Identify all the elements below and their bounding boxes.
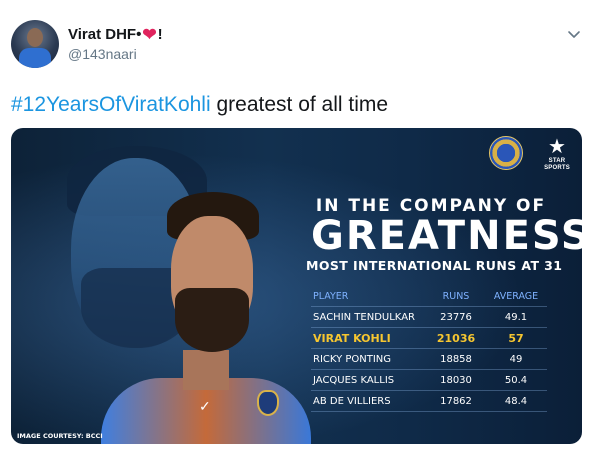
cell-average: 49 (509, 353, 523, 365)
tweet-media-image[interactable]: ✓ ★ STAR SPORTS IN THE COMPANY OF GREATN… (11, 128, 582, 444)
cell-runs: 21036 (436, 331, 476, 345)
stats-header-row: PLAYER RUNS AVERAGE (311, 286, 547, 307)
cell-player: JACQUES KALLIS (313, 374, 395, 386)
cell-average: 57 (508, 331, 524, 345)
cell-player: SACHIN TENDULKAR (313, 311, 415, 323)
cell-average: 50.4 (504, 374, 528, 386)
star-icon: ★ (548, 136, 566, 158)
graphic-heading-big: GREATNESS (311, 213, 582, 259)
avatar-head (27, 28, 43, 47)
swoosh-icon: ✓ (199, 398, 211, 414)
user-handle[interactable]: @143naari (68, 46, 137, 62)
cell-runs: 18030 (440, 374, 472, 386)
heart-icon: ❤ (142, 25, 157, 44)
tweet-body-text: greatest of all time (210, 93, 389, 116)
bcci-logo-icon (489, 136, 523, 170)
table-row: JACQUES KALLIS 18030 50.4 (311, 370, 547, 391)
header-average: AVERAGE (493, 290, 539, 302)
user-display-name[interactable]: Virat DHF • ❤! (68, 26, 163, 43)
avatar-body (19, 48, 51, 68)
avatar[interactable] (11, 20, 59, 68)
cell-player: AB DE VILLIERS (313, 395, 391, 407)
tweet-card: Virat DHF • ❤! @143naari #12YearsOfViratKo… (0, 0, 600, 450)
player-neck (183, 350, 229, 390)
chevron-down-icon[interactable] (567, 27, 581, 41)
table-row: SACHIN TENDULKAR 23776 49.1 (311, 307, 547, 328)
table-row: AB DE VILLIERS 17862 48.4 (311, 391, 547, 412)
name-separator: • (136, 26, 142, 43)
star-sports-text: STAR SPORTS (544, 158, 570, 171)
table-row-highlight: VIRAT KOHLI 21036 57 (311, 328, 547, 349)
name-suffix: ! (157, 26, 163, 43)
tweet-text: #12YearsOfViratKohli greatest of all tim… (11, 93, 388, 117)
hashtag-link[interactable]: #12YearsOfViratKohli (11, 93, 211, 116)
player-beard (175, 288, 249, 352)
user-name-text: Virat DHF (68, 26, 137, 43)
star-sports-logo: ★ STAR SPORTS (539, 136, 575, 176)
header-runs: RUNS (442, 290, 470, 302)
graphic-subheading: MOST INTERNATIONAL RUNS AT 31 (306, 258, 563, 273)
cell-runs: 17862 (440, 395, 472, 407)
cell-average: 48.4 (504, 395, 528, 407)
cell-runs: 18858 (440, 353, 472, 365)
header-player: PLAYER (313, 290, 349, 302)
bcci-crest-icon (257, 390, 279, 416)
stats-table: PLAYER RUNS AVERAGE SACHIN TENDULKAR 237… (311, 286, 547, 412)
image-courtesy: IMAGE COURTESY: BCCI (17, 432, 103, 440)
cell-runs: 23776 (440, 311, 472, 323)
table-row: RICKY PONTING 18858 49 (311, 349, 547, 370)
cell-player: VIRAT KOHLI (313, 331, 391, 345)
cell-average: 49.1 (504, 311, 528, 323)
cell-player: RICKY PONTING (313, 353, 392, 365)
